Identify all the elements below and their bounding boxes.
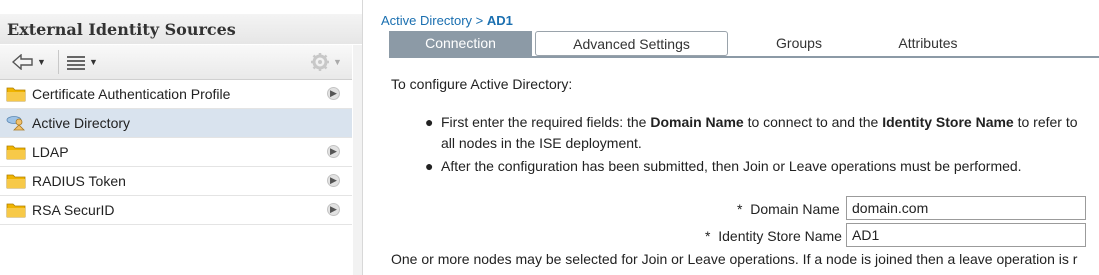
required-marker: * bbox=[737, 201, 743, 217]
folder-icon bbox=[6, 145, 26, 160]
bullet-text: to connect to and the bbox=[743, 114, 883, 130]
chevron-down-icon: ▼ bbox=[333, 57, 342, 67]
bullet-bold-domain-name: Domain Name bbox=[650, 114, 744, 130]
panel-scrollbar[interactable] bbox=[353, 45, 362, 275]
sidebar-item-label: Active Directory bbox=[32, 115, 131, 131]
chevron-down-icon: ▼ bbox=[89, 57, 98, 67]
chevron-right-icon[interactable]: ▶ bbox=[327, 87, 340, 100]
tab-advanced-settings[interactable]: Advanced Settings bbox=[535, 31, 728, 56]
settings-button[interactable]: ▼ bbox=[310, 51, 342, 73]
tab-attributes[interactable]: Attributes bbox=[877, 31, 979, 56]
tab-groups[interactable]: Groups bbox=[749, 31, 849, 56]
identity-store-name-label: * Identity Store Name bbox=[705, 228, 842, 244]
breadcrumb-parent-link[interactable]: Active Directory bbox=[381, 13, 472, 28]
panel-title: External Identity Sources bbox=[7, 20, 236, 39]
breadcrumb: Active Directory > AD1 bbox=[381, 13, 513, 28]
list-view-button[interactable]: ▼ bbox=[66, 51, 98, 73]
sidebar-item-rsa-securid[interactable]: RSA SecurID ▶ bbox=[0, 196, 352, 225]
sidebar-item-label: RSA SecurID bbox=[32, 202, 115, 218]
chevron-right-icon[interactable]: ▶ bbox=[327, 174, 340, 187]
identity-store-name-input[interactable] bbox=[846, 223, 1086, 247]
domain-name-input[interactable] bbox=[846, 196, 1086, 220]
folder-icon bbox=[6, 87, 26, 102]
bullet-text: to refer to bbox=[1013, 114, 1078, 130]
toolbar-divider bbox=[58, 50, 59, 74]
join-leave-note: One or more nodes may be selected for Jo… bbox=[391, 251, 1078, 267]
breadcrumb-current: AD1 bbox=[486, 13, 513, 28]
bullet-bold-identity-store-name: Identity Store Name bbox=[882, 114, 1014, 130]
panel-header: External Identity Sources bbox=[0, 14, 362, 44]
intro-text: To configure Active Directory: bbox=[391, 76, 573, 92]
domain-name-label: * Domain Name bbox=[737, 201, 840, 217]
sidebar-item-certificate-authentication-profile[interactable]: Certificate Authentication Profile ▶ bbox=[0, 80, 352, 109]
panel-toolbar: ▼ ▼ ▼ bbox=[0, 45, 352, 80]
bullet-dot: ● bbox=[425, 114, 434, 130]
folder-icon bbox=[6, 203, 26, 218]
bullet-dot: ● bbox=[425, 158, 434, 174]
chevron-right-icon[interactable]: ▶ bbox=[327, 145, 340, 158]
identity-source-list: Certificate Authentication Profile ▶ Act… bbox=[0, 80, 352, 225]
bullet-text: First enter the required fields: the bbox=[441, 114, 651, 130]
bullet-continuation: all nodes in the ISE deployment. bbox=[441, 135, 642, 151]
back-arrow-icon bbox=[12, 54, 33, 70]
sidebar-item-label: Certificate Authentication Profile bbox=[32, 86, 231, 102]
tab-bar: Connection Advanced Settings Groups Attr… bbox=[389, 31, 1099, 56]
sidebar-item-radius-token[interactable]: RADIUS Token ▶ bbox=[0, 167, 352, 196]
sidebar-item-active-directory[interactable]: Active Directory bbox=[0, 109, 352, 138]
back-button[interactable]: ▼ bbox=[12, 51, 46, 73]
required-marker: * bbox=[705, 228, 711, 244]
chevron-right-icon[interactable]: ▶ bbox=[327, 203, 340, 216]
list-icon bbox=[67, 56, 85, 70]
identity-sources-panel: External Identity Sources ▼ ▼ ▼ Certific… bbox=[0, 0, 363, 275]
tab-underline bbox=[389, 56, 1099, 58]
sidebar-item-ldap[interactable]: LDAP ▶ bbox=[0, 138, 352, 167]
sidebar-item-label: RADIUS Token bbox=[32, 173, 126, 189]
folder-icon bbox=[6, 174, 26, 189]
tab-connection[interactable]: Connection bbox=[389, 31, 532, 56]
active-directory-icon bbox=[6, 116, 25, 131]
chevron-down-icon: ▼ bbox=[37, 57, 46, 67]
sidebar-item-label: LDAP bbox=[32, 144, 69, 160]
gear-icon bbox=[311, 53, 329, 71]
bullet-text: After the configuration has been submitt… bbox=[441, 158, 1022, 174]
breadcrumb-separator: > bbox=[475, 13, 484, 28]
